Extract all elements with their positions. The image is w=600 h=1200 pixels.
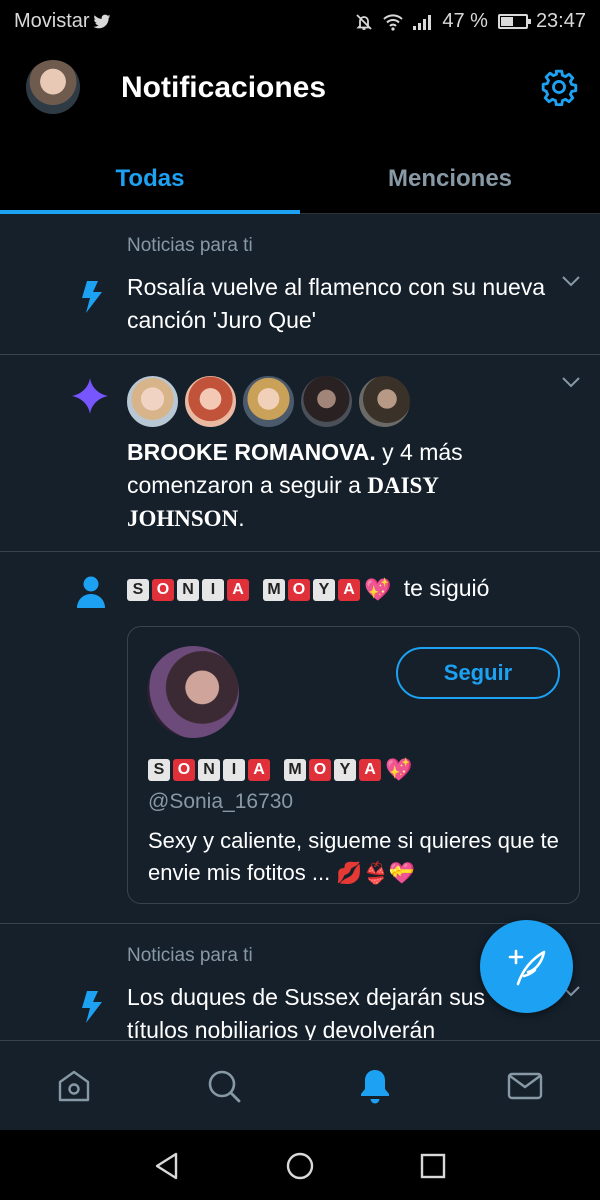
user-card[interactable]: Seguir S O N I A M O Y A 💖 @Sonia_16730 …	[127, 626, 580, 904]
sparkling-heart-icon: 💖	[385, 757, 413, 782]
news-kicker: Noticias para ti	[127, 235, 253, 256]
battery-percent: 47 %	[442, 10, 488, 32]
lightning-icon	[82, 991, 102, 1023]
compose-tweet-button[interactable]	[480, 920, 573, 1013]
follower-avatar[interactable]	[126, 375, 179, 428]
back-triangle-icon[interactable]	[152, 1150, 184, 1182]
follower-avatar[interactable]	[242, 375, 295, 428]
lips-icon: 💋	[336, 862, 363, 885]
twitter-bird-icon	[93, 14, 110, 28]
follower-display-name[interactable]: S O N I A M O Y A	[127, 578, 360, 601]
user-display-name: S O N I A M O Y A 💖	[148, 757, 412, 783]
system-navigation-bar	[0, 1130, 600, 1200]
profile-avatar[interactable]	[26, 60, 80, 114]
carrier: Movistar	[14, 10, 111, 33]
follower-avatar[interactable]	[184, 375, 237, 428]
chevron-down-icon[interactable]	[560, 274, 582, 288]
lightning-icon	[82, 281, 102, 313]
clock: 23:47	[535, 10, 586, 32]
home-circle-icon[interactable]	[284, 1150, 316, 1182]
messages-envelope-icon[interactable]	[506, 1067, 544, 1105]
follow-group-text: BROOKE ROMANOVA. y 4 más comenzaron a se…	[127, 439, 463, 531]
news-headline: Rosalía vuelve al flamenco con su nueva …	[127, 274, 546, 333]
search-icon[interactable]	[205, 1067, 243, 1105]
chevron-down-icon[interactable]	[560, 375, 582, 389]
app-header: Notificaciones	[0, 44, 600, 144]
follow-button[interactable]: Seguir	[396, 647, 560, 699]
signal-icon	[413, 14, 432, 30]
follower-name[interactable]: BROOKE ROMANOVA.	[127, 439, 376, 465]
user-handle: @Sonia_16730	[148, 790, 294, 813]
mute-icon	[356, 13, 373, 30]
wifi-icon	[383, 13, 404, 31]
notification-feed[interactable]: Noticias para ti Rosalía vuelve al flame…	[0, 214, 600, 1040]
lingerie-icon: 👙	[362, 862, 389, 885]
bottom-navigation	[0, 1040, 600, 1130]
settings-gear-icon[interactable]	[540, 68, 578, 106]
status-icons: 47 % 23:47	[354, 10, 586, 33]
status-bar: Movistar 47 % 23:47	[0, 0, 600, 44]
news-headline: Los duques de Sussex dejarán sus títulos…	[127, 984, 486, 1040]
follow-action: te siguió	[403, 575, 490, 601]
heart-gift-icon: 💝	[388, 862, 415, 885]
page-title: Notificaciones	[121, 71, 327, 104]
user-avatar[interactable]	[147, 646, 239, 738]
news-notification[interactable]: Noticias para ti Rosalía vuelve al flame…	[0, 214, 600, 355]
feather-plus-icon	[508, 949, 545, 985]
follower-avatar[interactable]	[358, 375, 411, 428]
carrier-label: Movistar	[14, 10, 90, 32]
single-follow-notification[interactable]: S O N I A M O Y A 💖 te siguió Seguir S O…	[0, 552, 600, 924]
notification-tabs: Todas Menciones	[0, 144, 600, 214]
follow-text: S O N I A M O Y A 💖 te siguió	[127, 572, 547, 606]
person-icon	[77, 576, 105, 608]
sparkle-star-icon	[72, 378, 108, 414]
tab-mentions[interactable]: Menciones	[300, 144, 600, 214]
notifications-bell-icon[interactable]	[356, 1067, 394, 1105]
news-kicker: Noticias para ti	[127, 945, 253, 966]
recents-square-icon[interactable]	[417, 1150, 449, 1182]
home-icon[interactable]	[55, 1067, 93, 1105]
follower-avatar[interactable]	[300, 375, 353, 428]
follow-group-notification[interactable]: BROOKE ROMANOVA. y 4 más comenzaron a se…	[0, 355, 600, 552]
user-bio: Sexy y caliente, sigueme si quieres que …	[148, 828, 559, 885]
follower-avatars	[126, 375, 411, 428]
tab-all[interactable]: Todas	[0, 144, 300, 214]
sparkling-heart-icon: 💖	[364, 577, 392, 603]
battery-icon	[497, 14, 531, 29]
